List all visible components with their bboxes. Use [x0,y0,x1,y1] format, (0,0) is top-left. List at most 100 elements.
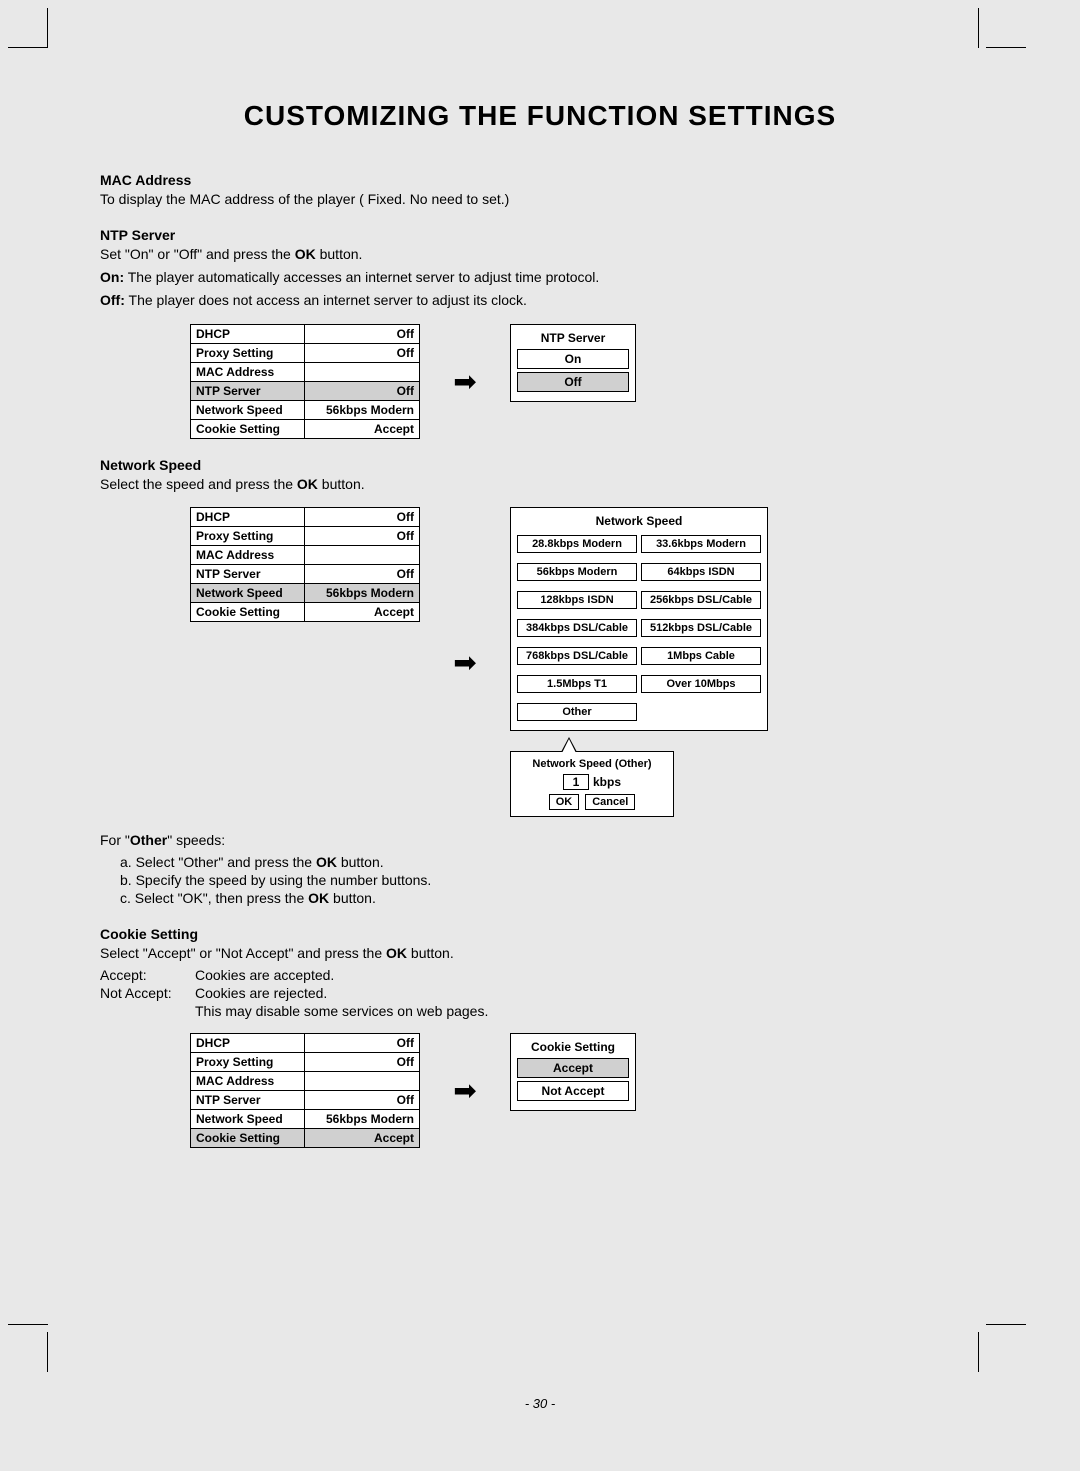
ntp-line1: Set "On" or "Off" and press the OK butto… [100,245,980,264]
arrow-right-icon: ➡ [440,646,490,679]
ok-text: OK [297,476,318,492]
crop-mark [986,47,1026,48]
other-text: Other [130,832,167,848]
speed-option[interactable]: 384kbps DSL/Cable [517,619,637,637]
menu-value: Off [304,527,419,546]
netspeed-figure: DHCPOff Proxy SettingOff MAC Address NTP… [100,507,980,817]
other-steps-row: For "Other" speeds: a. Select "Other" an… [100,831,980,908]
text: button. [316,246,363,262]
netspeed-other-popup: Network Speed (Other) 1 kbps OK Cancel [510,751,674,817]
menu-value: Off [304,565,419,584]
menu-value [304,546,419,565]
menu-value: Off [304,343,419,362]
text: The player automatically accesses an int… [124,269,599,285]
netspeed-body: Select the speed and press the OK button… [100,475,980,494]
crop-mark [978,8,979,48]
ntp-off: Off: The player does not access an inter… [100,291,980,310]
menu-value: Off [304,1053,419,1072]
content-area: CUSTOMIZING THE FUNCTION SETTINGS MAC Ad… [100,100,980,1162]
menu-label: Network Speed [191,400,305,419]
speed-option[interactable]: 768kbps DSL/Cable [517,647,637,665]
speed-option[interactable]: 512kbps DSL/Cable [641,619,761,637]
cookie-figure: DHCPOff Proxy SettingOff MAC Address NTP… [100,1033,980,1148]
cookie-body: Select "Accept" or "Not Accept" and pres… [100,944,980,963]
menu-value: Off [304,1091,419,1110]
speed-option[interactable]: 1Mbps Cable [641,647,761,665]
mac-heading: MAC Address [100,172,980,188]
menu-value: 56kbps Modern [304,1110,419,1129]
text: For " [100,832,130,848]
menu-label: Proxy Setting [191,1053,305,1072]
step-a: a. Select "Other" and press the OK butto… [120,854,520,870]
naccept-label: Not Accept: [100,985,195,1001]
menu-label: DHCP [191,508,305,527]
kbps-label: kbps [593,775,621,789]
text: button. [407,945,454,961]
ok-button[interactable]: OK [549,794,580,810]
menu-value: Accept [304,419,419,438]
speed-option[interactable]: 33.6kbps Modern [641,535,761,553]
ntp-on: On: The player automatically accesses an… [100,268,980,287]
kbps-input[interactable]: 1 [563,774,589,790]
text: Select "Accept" or "Not Accept" and pres… [100,945,386,961]
naccept-text: Cookies are rejected. [195,985,327,1001]
menu-value: 56kbps Modern [304,400,419,419]
text: " speeds: [167,832,225,848]
page-title: CUSTOMIZING THE FUNCTION SETTINGS [100,100,980,132]
settings-menu-cookie: DHCPOff Proxy SettingOff MAC Address NTP… [190,1033,420,1148]
menu-label: NTP Server [191,1091,305,1110]
on-label: On: [100,269,124,285]
popup-title: Network Speed [517,514,761,528]
text: a. Select "Other" and press the [120,854,316,870]
cancel-button[interactable]: Cancel [585,794,635,810]
text: The player does not access an internet s… [125,292,527,308]
ntp-heading: NTP Server [100,227,980,243]
cookie-option-naccept[interactable]: Not Accept [517,1081,629,1101]
text: button. [318,476,365,492]
for-other: For "Other" speeds: [100,831,520,850]
menu-label: DHCP [191,1034,305,1053]
accept-text: Cookies are accepted. [195,967,334,983]
ntp-option-off[interactable]: Off [517,372,629,392]
cookie-option-accept[interactable]: Accept [517,1058,629,1078]
speed-option[interactable]: 1.5Mbps T1 [517,675,637,693]
speed-option[interactable]: 56kbps Modern [517,563,637,581]
ntp-figure: DHCPOff Proxy SettingOff MAC Address NTP… [100,324,980,439]
speed-option[interactable]: 64kbps ISDN [641,563,761,581]
text: Set "On" or "Off" and press the [100,246,295,262]
menu-value: Off [304,508,419,527]
speed-option-other[interactable]: Other [517,703,637,721]
speed-option[interactable]: 28.8kbps Modern [517,535,637,553]
menu-value: Accept [304,1129,419,1148]
other-steps: a. Select "Other" and press the OK butto… [120,854,520,906]
menu-value: Accept [304,603,419,622]
ntp-popup: NTP Server On Off [510,324,636,402]
speed-option[interactable]: 128kbps ISDN [517,591,637,609]
menu-label: NTP Server [191,565,305,584]
crop-mark [8,47,48,48]
menu-label: MAC Address [191,546,305,565]
cookie-heading: Cookie Setting [100,926,980,942]
ntp-option-on[interactable]: On [517,349,629,369]
popup-title: Cookie Setting [517,1040,629,1054]
menu-value: 56kbps Modern [304,584,419,603]
text: button. [337,854,384,870]
netspeed-heading: Network Speed [100,457,980,473]
speed-option[interactable]: 256kbps DSL/Cable [641,591,761,609]
crop-mark [47,8,48,48]
cookie-popup: Cookie Setting Accept Not Accept [510,1033,636,1111]
settings-menu-ntp: DHCPOff Proxy SettingOff MAC Address NTP… [190,324,420,439]
ok-text: OK [316,854,337,870]
menu-label: Proxy Setting [191,527,305,546]
menu-label: NTP Server [191,381,305,400]
popup-title: Network Speed (Other) [517,758,667,770]
cookie-extra: This may disable some services on web pa… [195,1003,980,1019]
page-number: - 30 - [0,1396,1080,1411]
menu-value [304,362,419,381]
step-c: c. Select "OK", then press the OK button… [120,890,520,906]
speed-option[interactable]: Over 10Mbps [641,675,761,693]
arrow-right-icon: ➡ [440,1074,490,1107]
menu-label: Cookie Setting [191,419,305,438]
arrow-right-icon: ➡ [440,365,490,398]
cookie-naccept-row: Not Accept: Cookies are rejected. [100,985,980,1001]
